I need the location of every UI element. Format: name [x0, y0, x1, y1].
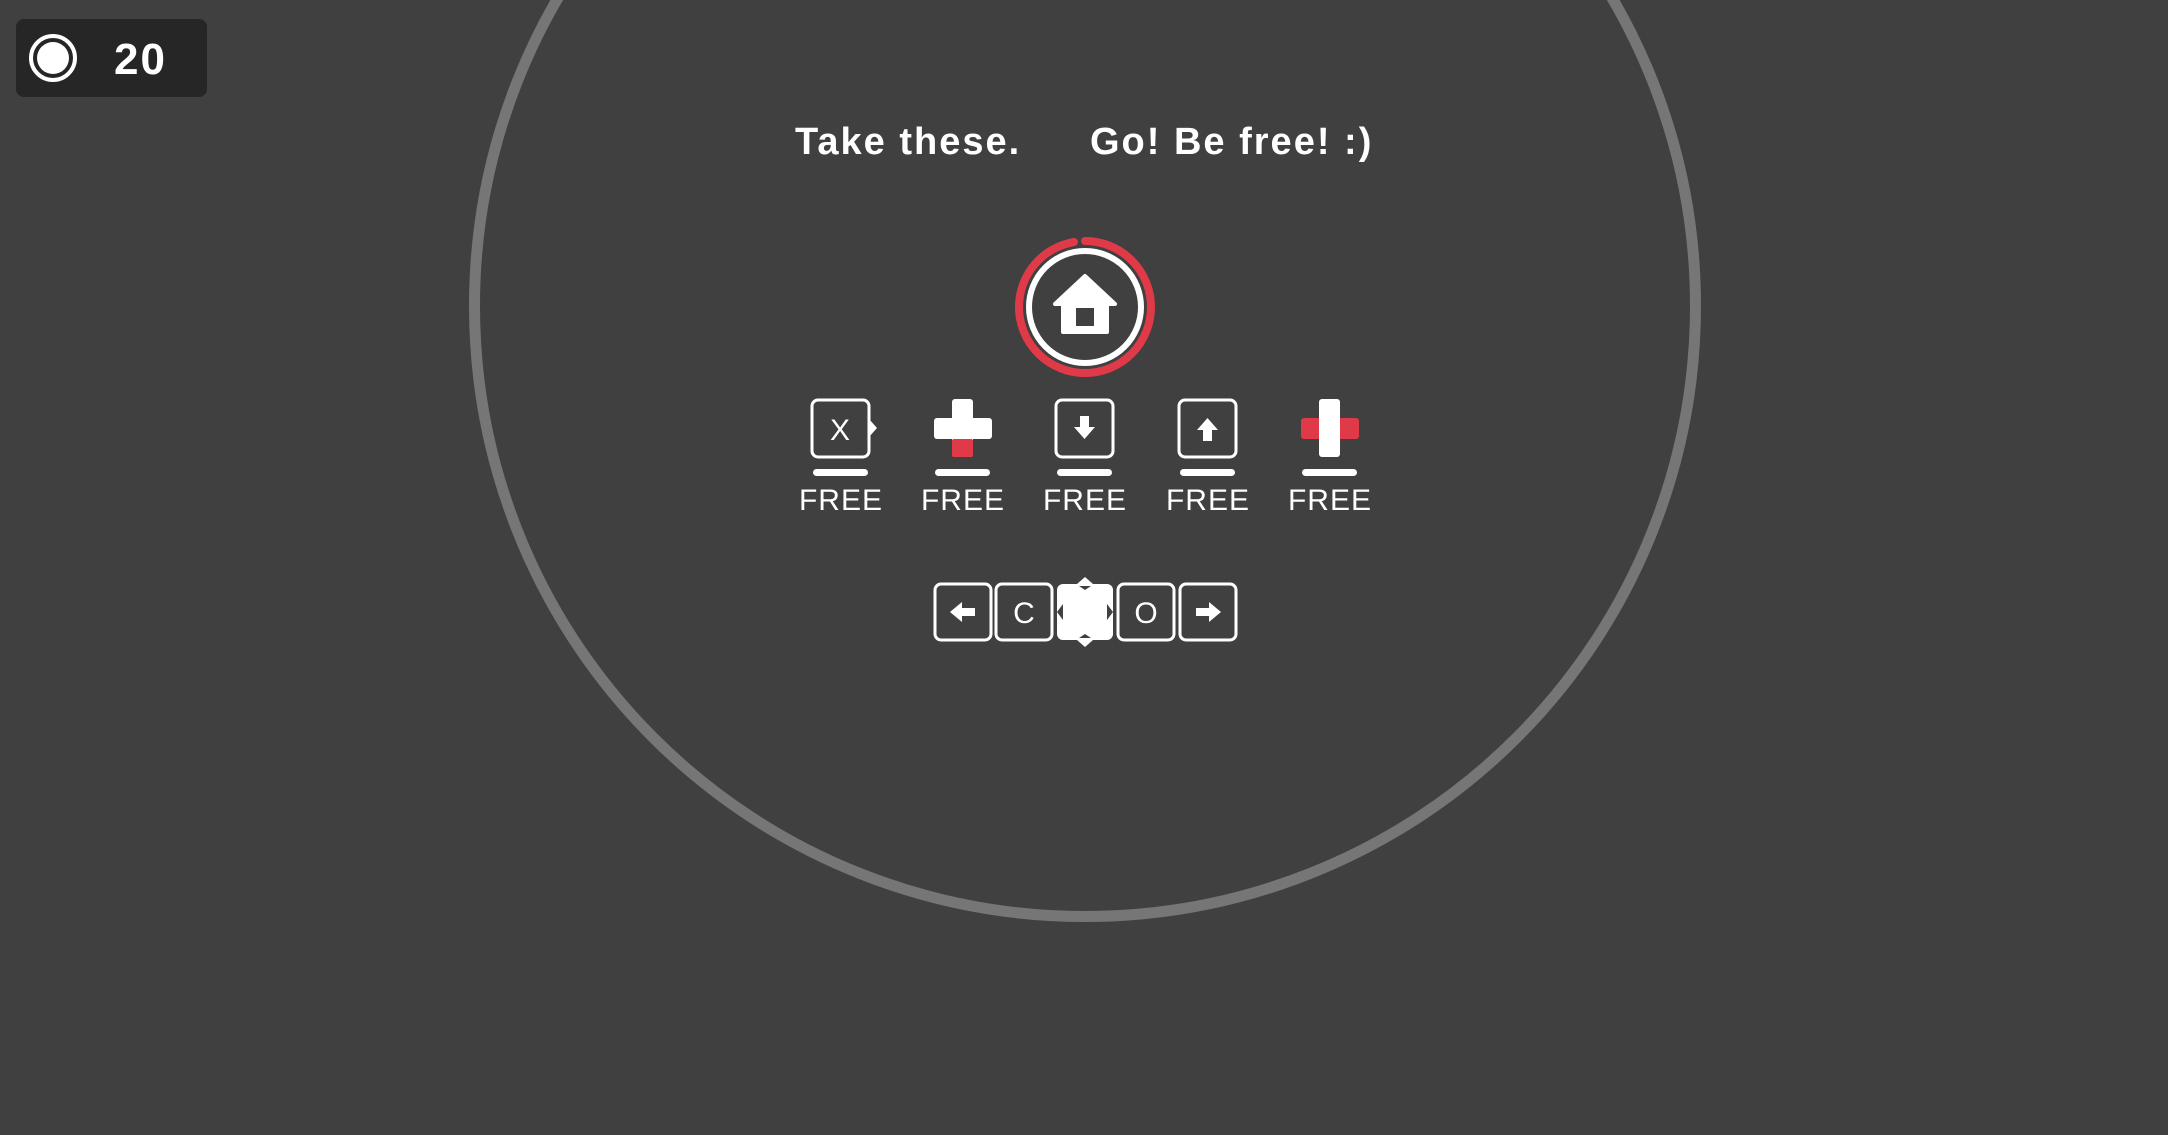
svg-text:C: C — [1013, 597, 1035, 630]
tool-label: FREE — [920, 484, 1005, 517]
target-icon — [29, 34, 77, 82]
home-icon — [1014, 237, 1155, 377]
plus-red-bottom-icon — [934, 399, 992, 476]
o-key[interactable]: O — [1116, 582, 1176, 642]
svg-text:X: X — [830, 414, 850, 447]
tool-up-arrow-key[interactable]: FREE — [1148, 396, 1268, 526]
up-arrow-key-icon — [1177, 398, 1238, 476]
tool-down-arrow-key[interactable]: FREE — [1025, 396, 1145, 526]
score-counter: 20 — [16, 19, 207, 97]
left-arrow-key[interactable] — [933, 582, 993, 642]
game-stage: 20 Take these. Go! Be free! :) X FREE FR… — [0, 0, 2168, 1135]
left-arrow-key-icon — [933, 582, 993, 642]
counter-value: 20 — [114, 35, 167, 84]
tool-label: FREE — [1165, 484, 1250, 517]
dialog-line-1: Take these. — [795, 121, 1022, 163]
x-key-icon: X — [810, 398, 877, 476]
tool-x-key[interactable]: X FREE — [781, 396, 901, 526]
plus-red-sides-icon — [1301, 399, 1359, 476]
player-block — [1055, 577, 1115, 647]
home-button[interactable] — [1014, 236, 1156, 378]
tool-label: FREE — [1042, 484, 1127, 517]
tool-label: FREE — [798, 484, 883, 517]
c-key[interactable]: C — [988, 582, 1054, 642]
tool-label: FREE — [1287, 484, 1372, 517]
dialog-line-2: Go! Be free! :) — [1090, 121, 1374, 163]
o-key-icon: O — [1116, 582, 1176, 642]
right-arrow-key[interactable] — [1178, 582, 1238, 642]
tool-plus-red-bottom[interactable]: FREE — [903, 396, 1023, 526]
c-key-icon: C — [988, 582, 1054, 642]
player-block-icon — [1057, 577, 1113, 647]
down-arrow-key-icon — [1054, 398, 1115, 476]
svg-text:O: O — [1134, 597, 1157, 630]
tool-plus-red-sides[interactable]: FREE — [1270, 396, 1390, 526]
right-arrow-key-icon — [1178, 582, 1238, 642]
